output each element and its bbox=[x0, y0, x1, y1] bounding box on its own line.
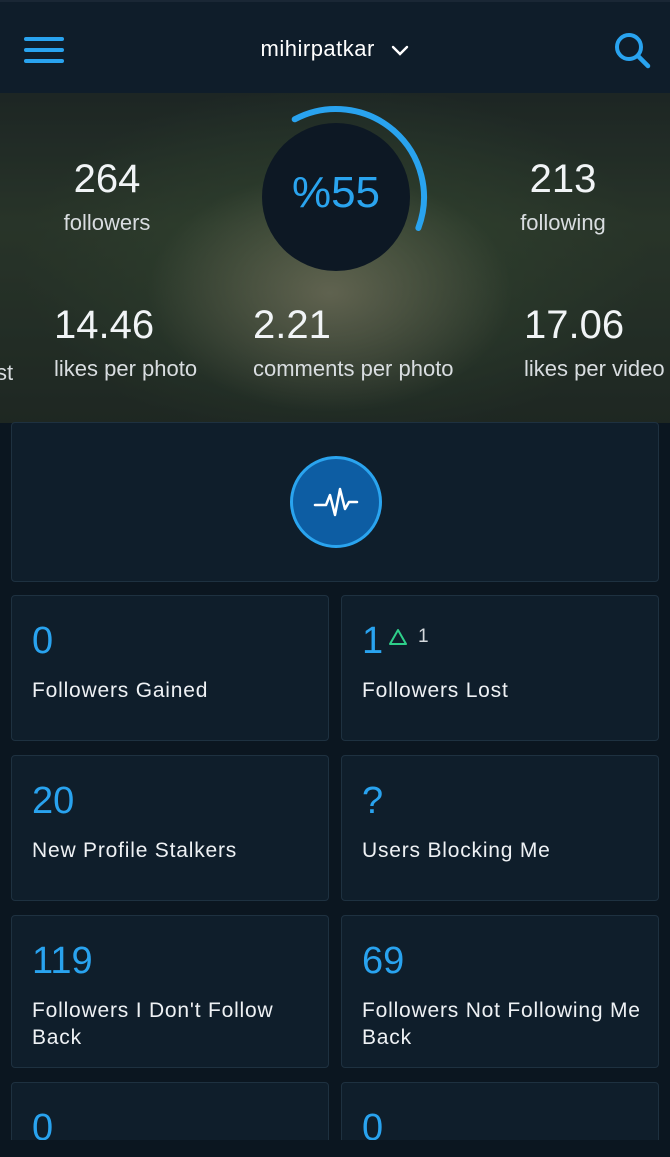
comments-per-photo-stat: 2.21 comments per photo bbox=[253, 303, 454, 382]
likes-per-video-stat: 17.06 likes per video bbox=[524, 303, 665, 382]
card-delta: 1 bbox=[418, 626, 429, 647]
likes-per-video-value: 17.06 bbox=[524, 303, 625, 347]
following-stat[interactable]: 213 following bbox=[490, 157, 636, 236]
following-count: 213 bbox=[529, 157, 597, 201]
card-value: ? bbox=[362, 780, 384, 822]
activity-panel bbox=[11, 422, 659, 582]
users-blocking-card[interactable]: ? Users Blocking Me bbox=[341, 755, 659, 901]
followers-stat[interactable]: 264 followers bbox=[34, 157, 180, 236]
activity-button[interactable] bbox=[290, 456, 382, 548]
profile-stalkers-card[interactable]: 20 New Profile Stalkers bbox=[11, 755, 329, 901]
card-label: New Profile Stalkers bbox=[32, 839, 238, 862]
likes-per-photo-stat: 14.46 likes per photo bbox=[54, 303, 197, 382]
account-switcher[interactable]: mihirpatkar bbox=[0, 36, 670, 63]
card-label: Followers Not Following Me Back bbox=[362, 999, 641, 1049]
followers-label: followers bbox=[63, 210, 151, 235]
card-label: Followers Lost bbox=[362, 679, 509, 702]
cut-off-label: st bbox=[0, 360, 14, 385]
card-value: 1 bbox=[362, 620, 384, 662]
followers-lost-card[interactable]: 1 1 Followers Lost bbox=[341, 595, 659, 741]
bottom-edge bbox=[0, 1140, 670, 1157]
card-value: 119 bbox=[32, 940, 93, 982]
app-header: mihirpatkar bbox=[0, 0, 670, 93]
card-label: Followers Gained bbox=[32, 679, 209, 702]
not-followed-back-card[interactable]: 119 Followers I Don't Follow Back bbox=[11, 915, 329, 1068]
card-value: 0 bbox=[32, 620, 54, 662]
card-value: 69 bbox=[362, 940, 405, 982]
search-icon[interactable] bbox=[612, 30, 652, 70]
following-label: following bbox=[520, 210, 606, 235]
comments-per-photo-value: 2.21 bbox=[253, 303, 331, 347]
comments-per-photo-label: comments per photo bbox=[253, 356, 454, 381]
username-label[interactable]: mihirpatkar bbox=[261, 36, 375, 61]
card-label: Users Blocking Me bbox=[362, 839, 551, 862]
engagement-percent: %55 bbox=[291, 168, 381, 217]
followers-gained-card[interactable]: 0 Followers Gained bbox=[11, 595, 329, 741]
pulse-icon bbox=[313, 487, 359, 517]
followers-count: 264 bbox=[73, 157, 141, 201]
triangle-up-icon bbox=[389, 629, 407, 645]
likes-per-video-label: likes per video bbox=[524, 356, 665, 381]
cut-off-stat: st bbox=[0, 352, 13, 386]
likes-per-photo-label: likes per photo bbox=[54, 356, 198, 381]
chevron-down-icon[interactable] bbox=[391, 37, 409, 63]
card-value: 20 bbox=[32, 780, 75, 822]
not-following-back-card[interactable]: 69 Followers Not Following Me Back bbox=[341, 915, 659, 1068]
likes-per-photo-value: 14.46 bbox=[54, 303, 155, 347]
card-label: Followers I Don't Follow Back bbox=[32, 999, 274, 1049]
